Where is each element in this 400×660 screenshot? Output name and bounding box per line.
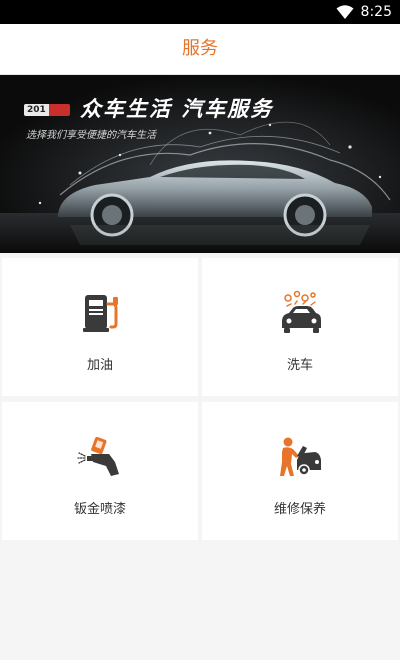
app-header: 服务 [0,24,400,75]
service-spray-paint[interactable]: 钣金喷漆 [2,402,198,540]
banner-subline: 选择我们享受便捷的汽车生活 [26,130,156,141]
car-repair-icon [280,437,321,476]
service-label: 维修保养 [273,502,326,517]
service-label: 洗车 [286,358,313,373]
page-title: 服务 [182,38,218,59]
status-bar: 8:25 [0,0,400,24]
service-grid: 加油 洗车 钣金喷漆 维修保养 [0,256,400,540]
year-badge: 201 [24,104,70,116]
service-repair[interactable]: 维修保养 [202,402,398,540]
year-label: 201 [24,104,49,116]
status-time: 8:25 [360,4,392,20]
car-wash-icon [282,290,321,333]
service-label: 加油 [86,358,113,373]
wifi-icon [336,5,354,19]
spray-paint-icon [77,436,119,476]
service-label: 钣金喷漆 [73,502,126,517]
fuel-pump-icon [83,295,118,332]
promo-banner[interactable]: 201 众车生活 汽车服务 选择我们享受便捷的汽车生活 [0,75,400,253]
service-fuel[interactable]: 加油 [2,258,198,396]
service-car-wash[interactable]: 洗车 [202,258,398,396]
banner-headline: 众车生活 汽车服务 [80,97,274,121]
